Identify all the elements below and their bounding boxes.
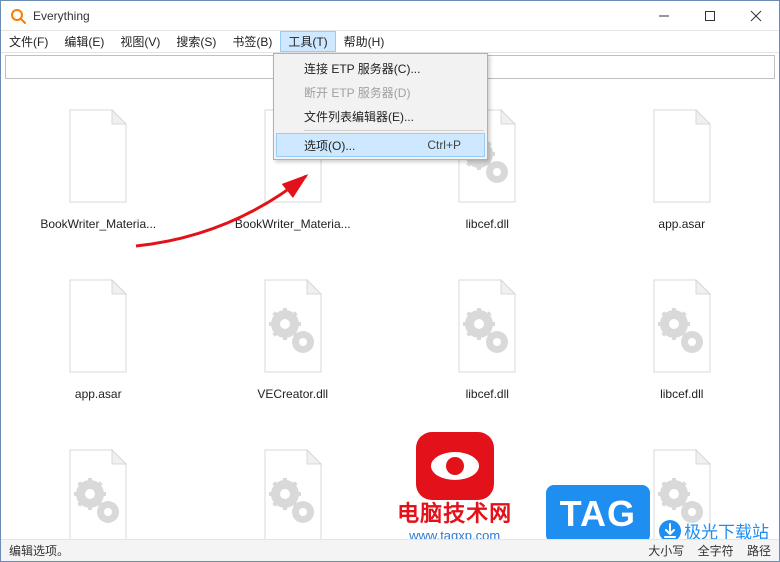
dll-file-icon	[439, 271, 535, 381]
menu-bookmark[interactable]: 书签(B)	[224, 31, 280, 52]
menu-help[interactable]: 帮助(H)	[336, 31, 393, 52]
maximize-button[interactable]	[687, 1, 733, 30]
file-item[interactable]: BookWriter_Materia...	[1, 91, 196, 261]
status-whole: 全字符	[698, 544, 734, 558]
file-item[interactable]	[196, 431, 391, 539]
dll-file-icon	[50, 441, 146, 539]
file-item[interactable]	[390, 431, 585, 539]
menu-item-label: 断开 ETP 服务器(D)	[304, 84, 410, 101]
menu-item-shortcut: Ctrl+P	[427, 138, 461, 152]
menu-item-label: 选项(O)...	[304, 137, 355, 154]
menu-item-label: 连接 ETP 服务器(C)...	[304, 60, 420, 77]
file-item[interactable]: libcef.dll	[390, 261, 585, 431]
file-label: libcef.dll	[466, 217, 509, 231]
file-item[interactable]: libcef.dll	[585, 261, 780, 431]
file-label: libcef.dll	[466, 387, 509, 401]
blank-file-icon	[634, 101, 730, 211]
minimize-button[interactable]	[641, 1, 687, 30]
status-caps: 大小写	[648, 544, 684, 558]
menu-options[interactable]: 选项(O)... Ctrl+P	[276, 133, 485, 157]
menu-file[interactable]: 文件(F)	[1, 31, 56, 52]
dll-file-icon	[245, 441, 341, 539]
menu-view[interactable]: 视图(V)	[112, 31, 168, 52]
menu-edit[interactable]: 编辑(E)	[56, 31, 112, 52]
file-item[interactable]	[585, 431, 780, 539]
blank-file-icon	[50, 101, 146, 211]
file-label: BookWriter_Materia...	[235, 217, 351, 231]
menu-filelist-editor[interactable]: 文件列表编辑器(E)...	[276, 104, 485, 128]
menu-connect-etp[interactable]: 连接 ETP 服务器(C)...	[276, 56, 485, 80]
titlebar: Everything	[1, 1, 779, 31]
statusbar: 编辑选项。 大小写 全字符 路径	[1, 539, 779, 561]
file-label: app.asar	[658, 217, 705, 231]
dll-file-icon	[245, 271, 341, 381]
window-title: Everything	[33, 9, 641, 23]
close-button[interactable]	[733, 1, 779, 30]
file-label: libcef.dll	[660, 387, 703, 401]
status-path: 路径	[747, 544, 771, 558]
blank-file-icon	[439, 441, 535, 539]
menu-tools[interactable]: 工具(T)	[280, 31, 335, 52]
menubar: 文件(F) 编辑(E) 视图(V) 搜索(S) 书签(B) 工具(T) 帮助(H…	[1, 31, 779, 53]
file-item[interactable]: VECreator.dll	[196, 261, 391, 431]
app-window: Everything 文件(F) 编辑(E) 视图(V) 搜索(S) 书签(B)…	[0, 0, 780, 562]
blank-file-icon	[50, 271, 146, 381]
dll-file-icon	[634, 441, 730, 539]
status-indicators: 大小写 全字符 路径	[638, 542, 771, 559]
tools-dropdown: 连接 ETP 服务器(C)... 断开 ETP 服务器(D) 文件列表编辑器(E…	[273, 53, 488, 160]
app-icon	[9, 7, 27, 25]
window-controls	[641, 1, 779, 30]
file-item[interactable]: app.asar	[1, 261, 196, 431]
file-item[interactable]	[1, 431, 196, 539]
menu-separator	[304, 130, 484, 131]
menu-disconnect-etp: 断开 ETP 服务器(D)	[276, 80, 485, 104]
file-label: BookWriter_Materia...	[40, 217, 156, 231]
status-message: 编辑选项。	[9, 542, 638, 559]
file-label: app.asar	[75, 387, 122, 401]
menu-item-label: 文件列表编辑器(E)...	[304, 108, 414, 125]
file-item[interactable]: app.asar	[585, 91, 780, 261]
file-label: VECreator.dll	[257, 387, 328, 401]
menu-search[interactable]: 搜索(S)	[168, 31, 224, 52]
dll-file-icon	[634, 271, 730, 381]
